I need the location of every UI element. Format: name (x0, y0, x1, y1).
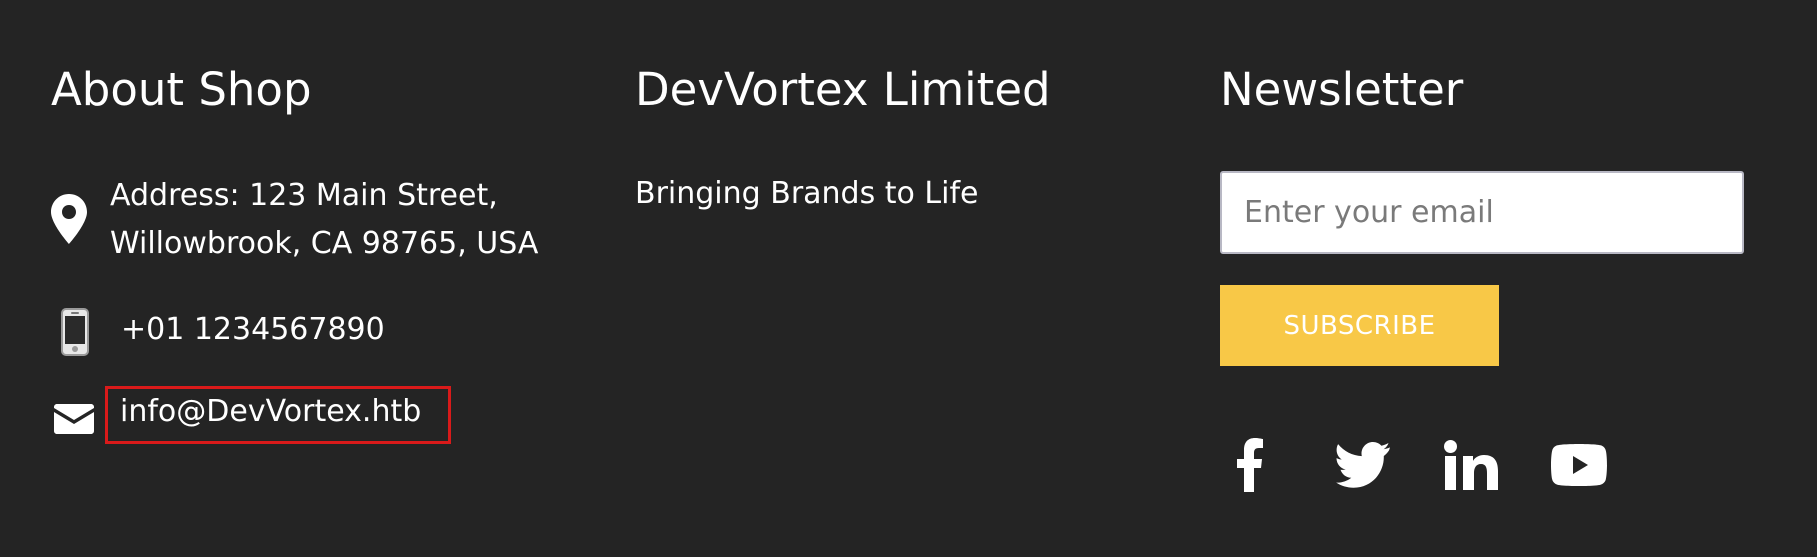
site-footer: About Shop Address: 123 Main Street, Wil… (0, 0, 1817, 557)
mobile-phone-icon (59, 308, 91, 356)
about-shop-heading: About Shop (51, 63, 312, 116)
address-line-1: Address: 123 Main Street, (110, 178, 498, 213)
email-link[interactable]: info@DevVortex.htb (120, 388, 421, 436)
subscribe-button[interactable]: SUBSCRIBE (1220, 285, 1499, 366)
twitter-icon[interactable] (1335, 435, 1391, 495)
address-text: Address: 123 Main Street, Willowbrook, C… (110, 172, 538, 268)
company-tagline: Bringing Brands to Life (635, 176, 979, 211)
social-links (1220, 435, 1620, 495)
company-heading: DevVortex Limited (635, 63, 1051, 116)
map-marker-icon (51, 194, 87, 244)
linkedin-icon[interactable] (1442, 435, 1500, 495)
newsletter-email-input[interactable] (1220, 171, 1744, 254)
youtube-icon[interactable] (1550, 435, 1608, 495)
newsletter-heading: Newsletter (1220, 63, 1464, 116)
envelope-icon (54, 402, 94, 436)
phone-text: +01 1234567890 (121, 312, 385, 347)
address-line-2: Willowbrook, CA 98765, USA (110, 226, 539, 261)
facebook-icon[interactable] (1232, 435, 1268, 495)
